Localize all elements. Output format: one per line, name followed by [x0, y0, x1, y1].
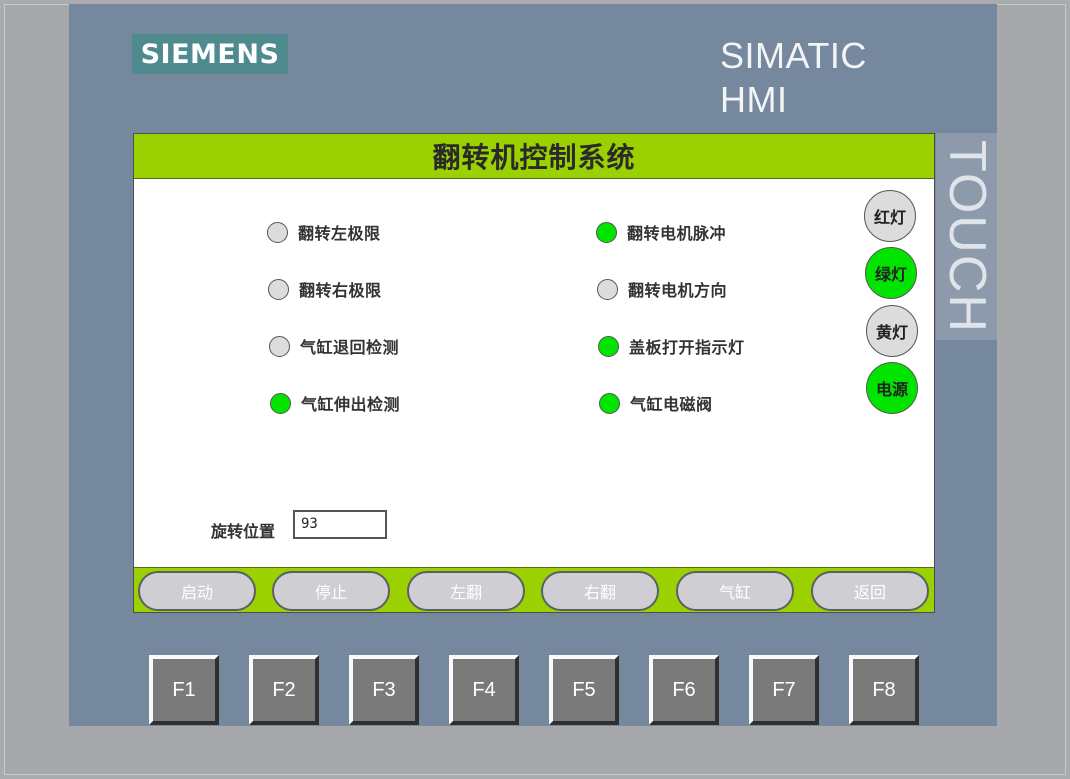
flip-left-button[interactable]: 左翻	[407, 571, 525, 611]
function-key-f8[interactable]: F8	[849, 655, 919, 725]
screen-title: 翻转机控制系统	[432, 141, 636, 174]
function-key-f4[interactable]: F4	[449, 655, 519, 725]
indicator-label: 翻转电机脉冲	[627, 224, 727, 243]
status-led	[598, 335, 619, 357]
product-name: SIMATIC HMI	[720, 35, 867, 120]
indicator-right-2: 翻转电机方向	[597, 277, 727, 301]
title-bar: 翻转机控制系统	[134, 134, 934, 179]
back-button[interactable]: 返回	[811, 571, 929, 611]
indicator-right-1: 翻转电机脉冲	[596, 220, 726, 244]
indicator-right-3: 盖板打开指示灯	[598, 334, 745, 358]
indicator-label: 气缸电磁阀	[630, 395, 713, 414]
indicator-label: 盖板打开指示灯	[629, 338, 745, 357]
function-key-f1[interactable]: F1	[149, 655, 219, 725]
indicator-right-4: 气缸电磁阀	[599, 391, 713, 415]
stop-button[interactable]: 停止	[272, 571, 390, 611]
indicator-label: 气缸伸出检测	[301, 395, 401, 414]
rotation-position-label: 旋转位置	[211, 522, 276, 541]
function-key-f6[interactable]: F6	[649, 655, 719, 725]
flip-right-button[interactable]: 右翻	[541, 571, 659, 611]
lamp-red: 红灯	[864, 190, 916, 242]
indicator-left-1: 翻转左极限	[267, 220, 381, 244]
hmi-screen: 翻转机控制系统 翻转左极限 翻转右极限 气缸退回检测 气缸伸出检测 翻转电机脉冲…	[133, 133, 935, 613]
button-bar: 启动 停止 左翻 右翻 气缸 返回	[134, 567, 934, 612]
rotation-position-field[interactable]: 93	[293, 510, 387, 539]
status-led	[267, 221, 288, 243]
indicator-label: 翻转左极限	[298, 224, 381, 243]
touch-label: TOUCH	[937, 139, 996, 334]
lamp-power: 电源	[866, 362, 918, 414]
indicator-left-4: 气缸伸出检测	[270, 391, 400, 415]
function-key-f5[interactable]: F5	[549, 655, 619, 725]
siemens-logo: SIEMENS	[132, 34, 288, 74]
status-led	[268, 278, 289, 300]
function-key-f3[interactable]: F3	[349, 655, 419, 725]
cylinder-button[interactable]: 气缸	[676, 571, 794, 611]
status-led	[270, 392, 291, 414]
status-led	[597, 278, 618, 300]
indicator-label: 翻转右极限	[299, 281, 382, 300]
indicator-label: 翻转电机方向	[628, 281, 728, 300]
status-led	[596, 221, 617, 243]
touch-strip: TOUCH	[936, 133, 997, 340]
indicator-label: 气缸退回检测	[300, 338, 400, 357]
status-led	[599, 392, 620, 414]
indicator-left-2: 翻转右极限	[268, 277, 382, 301]
lamp-yellow: 黄灯	[866, 305, 918, 357]
function-key-f2[interactable]: F2	[249, 655, 319, 725]
indicator-left-3: 气缸退回检测	[269, 334, 399, 358]
status-led	[269, 335, 290, 357]
function-key-f7[interactable]: F7	[749, 655, 819, 725]
start-button[interactable]: 启动	[138, 571, 256, 611]
lamp-green: 绿灯	[865, 247, 917, 299]
